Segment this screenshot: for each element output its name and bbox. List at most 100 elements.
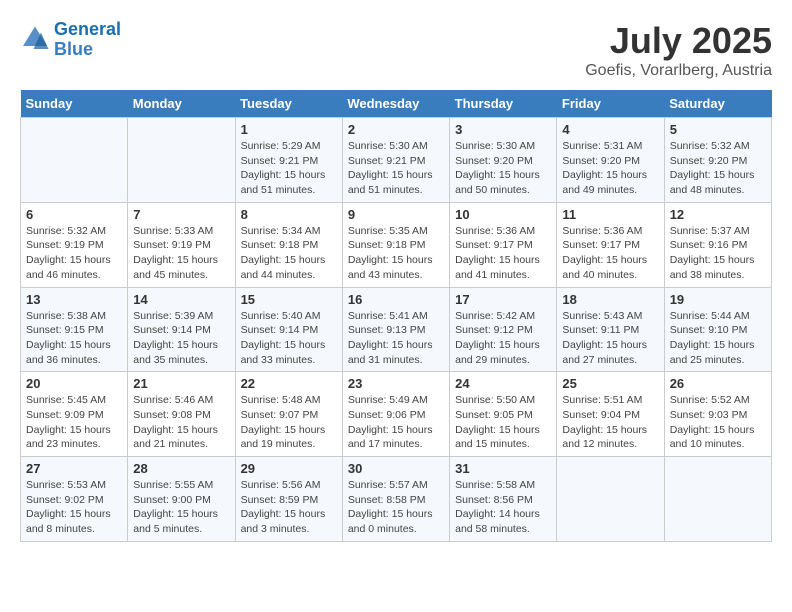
calendar-week-row: 13Sunrise: 5:38 AM Sunset: 9:15 PM Dayli… [21, 287, 772, 372]
day-number: 9 [348, 207, 444, 222]
day-info: Sunrise: 5:31 AM Sunset: 9:20 PM Dayligh… [562, 139, 658, 198]
calendar-cell: 9 Sunrise: 5:35 AM Sunset: 9:18 PM Daylig… [342, 202, 449, 287]
day-number: 21 [133, 376, 229, 391]
day-info: Sunrise: 5:45 AM Sunset: 9:09 PM Dayligh… [26, 393, 122, 452]
day-info: Sunrise: 5:34 AM Sunset: 9:18 PM Dayligh… [241, 224, 337, 283]
day-info: Sunrise: 5:40 AM Sunset: 9:14 PM Dayligh… [241, 309, 337, 368]
day-number: 5 [670, 122, 766, 137]
calendar-cell: 20 Sunrise: 5:45 AM Sunset: 9:09 PM Dayli… [21, 372, 128, 457]
column-header-tuesday: Tuesday [235, 90, 342, 118]
calendar-cell: 17 Sunrise: 5:42 AM Sunset: 9:12 PM Dayli… [450, 287, 557, 372]
calendar-cell: 8 Sunrise: 5:34 AM Sunset: 9:18 PM Daylig… [235, 202, 342, 287]
day-info: Sunrise: 5:36 AM Sunset: 9:17 PM Dayligh… [455, 224, 551, 283]
page-header: General Blue July 2025 Goefis, Vorarlber… [20, 20, 772, 80]
column-header-monday: Monday [128, 90, 235, 118]
day-number: 12 [670, 207, 766, 222]
column-header-saturday: Saturday [664, 90, 771, 118]
day-number: 1 [241, 122, 337, 137]
calendar-cell [664, 457, 771, 542]
calendar-cell [21, 118, 128, 203]
calendar-week-row: 27 Sunrise: 5:53 AM Sunset: 9:02 PM Dayli… [21, 457, 772, 542]
calendar-table: SundayMondayTuesdayWednesdayThursdayFrid… [20, 90, 772, 542]
day-info: Sunrise: 5:30 AM Sunset: 9:20 PM Dayligh… [455, 139, 551, 198]
location: Goefis, Vorarlberg, Austria [585, 62, 772, 80]
column-header-sunday: Sunday [21, 90, 128, 118]
day-number: 22 [241, 376, 337, 391]
column-header-thursday: Thursday [450, 90, 557, 118]
calendar-cell: 18 Sunrise: 5:43 AM Sunset: 9:11 PM Dayli… [557, 287, 664, 372]
calendar-cell: 23 Sunrise: 5:49 AM Sunset: 9:06 PM Dayli… [342, 372, 449, 457]
day-number: 2 [348, 122, 444, 137]
calendar-cell: 5 Sunrise: 5:32 AM Sunset: 9:20 PM Daylig… [664, 118, 771, 203]
day-number: 17 [455, 292, 551, 307]
calendar-cell: 26Sunrise: 5:52 AM Sunset: 9:03 PM Dayli… [664, 372, 771, 457]
calendar-cell: 22 Sunrise: 5:48 AM Sunset: 9:07 PM Dayli… [235, 372, 342, 457]
day-number: 8 [241, 207, 337, 222]
day-number: 13 [26, 292, 122, 307]
day-number: 25 [562, 376, 658, 391]
calendar-week-row: 6Sunrise: 5:32 AM Sunset: 9:19 PM Daylig… [21, 202, 772, 287]
day-info: Sunrise: 5:46 AM Sunset: 9:08 PM Dayligh… [133, 393, 229, 452]
day-info: Sunrise: 5:58 AM Sunset: 8:56 PM Dayligh… [455, 478, 551, 537]
logo-text: General Blue [54, 20, 121, 60]
column-header-wednesday: Wednesday [342, 90, 449, 118]
day-number: 15 [241, 292, 337, 307]
day-info: Sunrise: 5:53 AM Sunset: 9:02 PM Dayligh… [26, 478, 122, 537]
calendar-cell [557, 457, 664, 542]
day-info: Sunrise: 5:44 AM Sunset: 9:10 PM Dayligh… [670, 309, 766, 368]
day-info: Sunrise: 5:39 AM Sunset: 9:14 PM Dayligh… [133, 309, 229, 368]
calendar-header-row: SundayMondayTuesdayWednesdayThursdayFrid… [21, 90, 772, 118]
day-info: Sunrise: 5:33 AM Sunset: 9:19 PM Dayligh… [133, 224, 229, 283]
day-info: Sunrise: 5:35 AM Sunset: 9:18 PM Dayligh… [348, 224, 444, 283]
day-number: 27 [26, 461, 122, 476]
calendar-cell: 19 Sunrise: 5:44 AM Sunset: 9:10 PM Dayli… [664, 287, 771, 372]
day-info: Sunrise: 5:41 AM Sunset: 9:13 PM Dayligh… [348, 309, 444, 368]
day-info: Sunrise: 5:56 AM Sunset: 8:59 PM Dayligh… [241, 478, 337, 537]
day-number: 23 [348, 376, 444, 391]
day-info: Sunrise: 5:29 AM Sunset: 9:21 PM Dayligh… [241, 139, 337, 198]
calendar-cell: 1 Sunrise: 5:29 AM Sunset: 9:21 PM Daylig… [235, 118, 342, 203]
calendar-cell: 31 Sunrise: 5:58 AM Sunset: 8:56 PM Dayli… [450, 457, 557, 542]
calendar-week-row: 1 Sunrise: 5:29 AM Sunset: 9:21 PM Daylig… [21, 118, 772, 203]
calendar-cell: 30 Sunrise: 5:57 AM Sunset: 8:58 PM Dayli… [342, 457, 449, 542]
logo: General Blue [20, 20, 121, 60]
day-info: Sunrise: 5:42 AM Sunset: 9:12 PM Dayligh… [455, 309, 551, 368]
calendar-cell: 14 Sunrise: 5:39 AM Sunset: 9:14 PM Dayli… [128, 287, 235, 372]
day-number: 11 [562, 207, 658, 222]
day-number: 30 [348, 461, 444, 476]
calendar-cell: 4 Sunrise: 5:31 AM Sunset: 9:20 PM Daylig… [557, 118, 664, 203]
day-info: Sunrise: 5:51 AM Sunset: 9:04 PM Dayligh… [562, 393, 658, 452]
day-info: Sunrise: 5:32 AM Sunset: 9:19 PM Dayligh… [26, 224, 122, 283]
day-info: Sunrise: 5:32 AM Sunset: 9:20 PM Dayligh… [670, 139, 766, 198]
title-block: July 2025 Goefis, Vorarlberg, Austria [585, 20, 772, 80]
day-number: 26 [670, 376, 766, 391]
day-info: Sunrise: 5:57 AM Sunset: 8:58 PM Dayligh… [348, 478, 444, 537]
calendar-week-row: 20 Sunrise: 5:45 AM Sunset: 9:09 PM Dayli… [21, 372, 772, 457]
calendar-cell: 11Sunrise: 5:36 AM Sunset: 9:17 PM Dayli… [557, 202, 664, 287]
day-info: Sunrise: 5:49 AM Sunset: 9:06 PM Dayligh… [348, 393, 444, 452]
calendar-cell: 27 Sunrise: 5:53 AM Sunset: 9:02 PM Dayli… [21, 457, 128, 542]
day-number: 4 [562, 122, 658, 137]
day-number: 14 [133, 292, 229, 307]
day-number: 3 [455, 122, 551, 137]
calendar-cell: 3 Sunrise: 5:30 AM Sunset: 9:20 PM Daylig… [450, 118, 557, 203]
day-info: Sunrise: 5:43 AM Sunset: 9:11 PM Dayligh… [562, 309, 658, 368]
calendar-cell: 16 Sunrise: 5:41 AM Sunset: 9:13 PM Dayli… [342, 287, 449, 372]
calendar-cell: 21 Sunrise: 5:46 AM Sunset: 9:08 PM Dayli… [128, 372, 235, 457]
calendar-cell: 25 Sunrise: 5:51 AM Sunset: 9:04 PM Dayli… [557, 372, 664, 457]
day-number: 16 [348, 292, 444, 307]
calendar-cell: 7 Sunrise: 5:33 AM Sunset: 9:19 PM Daylig… [128, 202, 235, 287]
logo-icon [20, 25, 50, 55]
day-number: 20 [26, 376, 122, 391]
day-number: 7 [133, 207, 229, 222]
day-info: Sunrise: 5:48 AM Sunset: 9:07 PM Dayligh… [241, 393, 337, 452]
calendar-cell: 13Sunrise: 5:38 AM Sunset: 9:15 PM Dayli… [21, 287, 128, 372]
day-number: 31 [455, 461, 551, 476]
calendar-cell: 6Sunrise: 5:32 AM Sunset: 9:19 PM Daylig… [21, 202, 128, 287]
day-info: Sunrise: 5:37 AM Sunset: 9:16 PM Dayligh… [670, 224, 766, 283]
day-number: 10 [455, 207, 551, 222]
calendar-cell: 12 Sunrise: 5:37 AM Sunset: 9:16 PM Dayli… [664, 202, 771, 287]
day-number: 18 [562, 292, 658, 307]
calendar-cell: 10 Sunrise: 5:36 AM Sunset: 9:17 PM Dayli… [450, 202, 557, 287]
day-number: 19 [670, 292, 766, 307]
